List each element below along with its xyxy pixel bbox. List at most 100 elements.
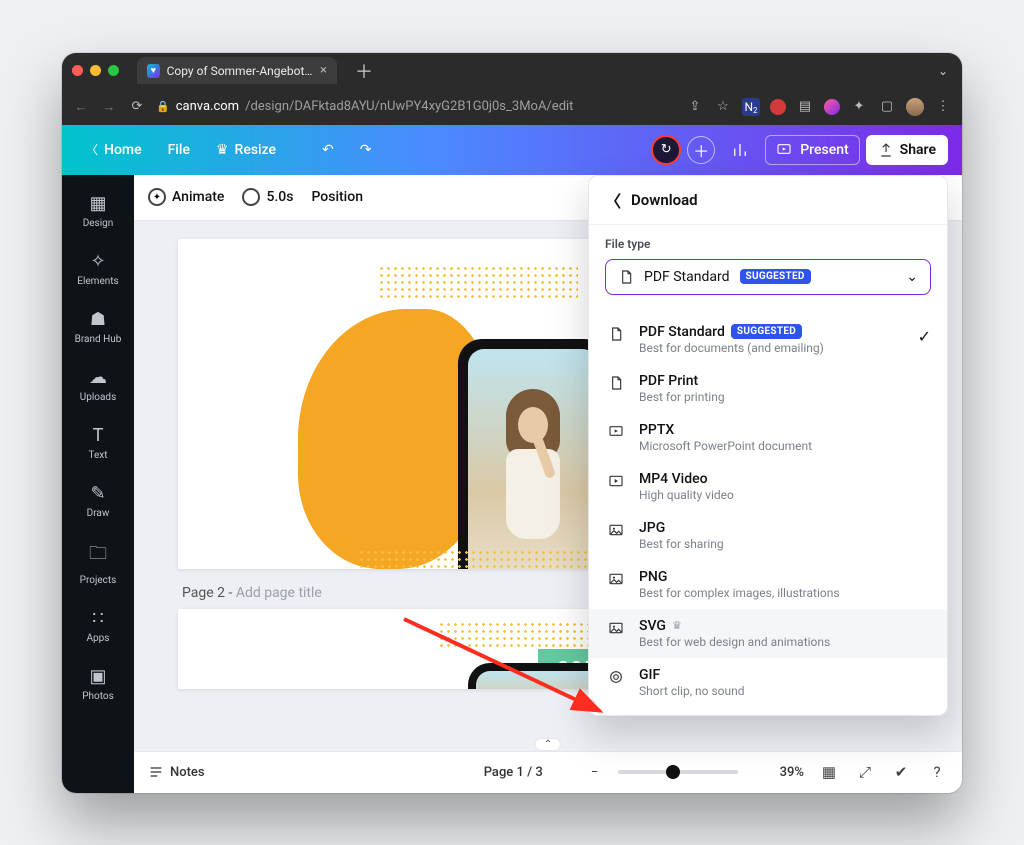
- sidebar-item-projects[interactable]: 🗀Projects: [68, 533, 128, 594]
- home-button[interactable]: 〈Home: [76, 135, 152, 164]
- zoom-value[interactable]: 39%: [780, 765, 804, 780]
- extension-icon[interactable]: N2: [742, 98, 760, 116]
- option-icon: [605, 324, 627, 342]
- kebab-menu-icon[interactable]: ⋮: [934, 99, 952, 114]
- sidebar-item-text[interactable]: TText: [68, 417, 128, 469]
- undo-button[interactable]: ↶: [312, 136, 344, 164]
- bottom-bar: ⌃ Notes Page 1 / 3 − + 39% ▦ ⤢ ✔ ?: [134, 751, 962, 793]
- filetype-option-pdf-print[interactable]: PDF PrintBest for printing: [589, 364, 947, 413]
- filetype-option-pptx[interactable]: PPTXMicrosoft PowerPoint document: [589, 413, 947, 462]
- redo-button[interactable]: ↷: [350, 136, 382, 164]
- option-text: PDF StandardSUGGESTEDBest for documents …: [639, 324, 824, 355]
- sidebar-item-draw[interactable]: ✎Draw: [68, 475, 128, 527]
- url-display[interactable]: 🔒 canva.com/design/DAFktad8AYU/nUwPY4xyG…: [156, 99, 573, 114]
- nav-forward-icon[interactable]: →: [100, 99, 118, 115]
- share-button[interactable]: Share: [866, 135, 948, 165]
- slider-knob-icon[interactable]: [666, 765, 680, 779]
- address-bar: ← → ⟳ 🔒 canva.com/design/DAFktad8AYU/nUw…: [62, 89, 962, 125]
- zoom-slider[interactable]: [618, 770, 738, 774]
- chevron-down-icon: ⌄: [906, 269, 918, 285]
- add-collaborator-button[interactable]: ＋: [687, 136, 715, 164]
- url-host: canva.com: [176, 99, 239, 114]
- minimize-window-icon[interactable]: [90, 65, 101, 76]
- reload-icon[interactable]: ⟳: [128, 99, 146, 114]
- notes-button[interactable]: Notes: [148, 764, 205, 780]
- extension-icon[interactable]: ▤: [796, 99, 814, 114]
- back-button[interactable]: 〈: [605, 188, 621, 212]
- filetype-options: PDF StandardSUGGESTEDBest for documents …: [589, 311, 947, 715]
- sidebar-item-design[interactable]: ▦Design: [68, 185, 128, 237]
- sidepanel-icon[interactable]: ▢: [878, 99, 896, 114]
- phone-mockup: [458, 339, 608, 569]
- check-circle-icon[interactable]: ✔: [890, 763, 912, 781]
- filetype-select[interactable]: PDF Standard SUGGESTED ⌄: [605, 259, 931, 295]
- bookmark-icon[interactable]: ☆: [714, 99, 732, 114]
- canva-app: 〈Home File ♛Resize ↶ ↷ ↻ ＋ Present Share: [62, 125, 962, 793]
- filetype-option-png[interactable]: PNGBest for complex images, illustration…: [589, 560, 947, 609]
- selected-filetype: PDF Standard: [644, 269, 730, 285]
- extension-icon[interactable]: [770, 99, 786, 115]
- analytics-button[interactable]: [721, 135, 759, 165]
- tabs-overflow-icon[interactable]: ⌄: [938, 64, 952, 78]
- animate-button[interactable]: ✦Animate: [148, 188, 224, 206]
- zoom-out-button[interactable]: −: [591, 765, 598, 780]
- page-peek-indicator[interactable]: ⌃: [535, 738, 561, 751]
- duration-button[interactable]: 5.0s: [242, 188, 293, 206]
- filetype-option-svg[interactable]: SVG♛Best for web design and animations: [589, 609, 947, 658]
- download-header: 〈 Download: [589, 176, 947, 225]
- filetype-option-pdf-standard[interactable]: PDF StandardSUGGESTEDBest for documents …: [589, 315, 947, 364]
- extensions-menu-icon[interactable]: ✦: [850, 99, 868, 114]
- document-icon: [618, 269, 634, 285]
- option-desc: Short clip, no sound: [639, 684, 745, 698]
- filetype-option-gif[interactable]: GIFShort clip, no sound: [589, 658, 947, 707]
- option-icon: [605, 520, 627, 538]
- option-name: PNG: [639, 569, 667, 585]
- shapes-icon: ✧: [90, 251, 105, 272]
- option-icon: [605, 569, 627, 587]
- image-icon: ▣: [89, 666, 106, 687]
- option-name: PPTX: [639, 422, 674, 438]
- window-controls[interactable]: [72, 65, 119, 76]
- suggested-badge: SUGGESTED: [740, 269, 811, 284]
- close-window-icon[interactable]: [72, 65, 83, 76]
- zoom-window-icon[interactable]: [108, 65, 119, 76]
- option-name: GIF: [639, 667, 660, 683]
- sidebar-item-apps[interactable]: ∷Apps: [68, 600, 128, 652]
- sparkle-icon: ✦: [148, 188, 166, 206]
- filetype-option-mp4-video[interactable]: MP4 VideoHigh quality video: [589, 462, 947, 511]
- tab-title: Copy of Sommer-Angebot (Pre: [167, 64, 313, 78]
- nav-back-icon[interactable]: ←: [72, 99, 90, 115]
- page-indicator[interactable]: Page 1 / 3: [484, 765, 543, 780]
- page-title-placeholder: Add page title: [236, 585, 322, 601]
- grid-view-icon[interactable]: ▦: [818, 763, 840, 781]
- sidebar-item-label: Brand Hub: [75, 334, 122, 345]
- collaborator-avatar[interactable]: ↻: [651, 135, 681, 165]
- filetype-label: File type: [605, 237, 931, 251]
- person-illustration: [488, 389, 578, 569]
- option-desc: Best for web design and animations: [639, 635, 830, 649]
- sidebar-item-brandhub[interactable]: ☗ Brand Hub: [68, 301, 128, 353]
- resize-button[interactable]: ♛Resize: [206, 136, 286, 164]
- fullscreen-icon[interactable]: ⤢: [854, 763, 876, 781]
- file-menu[interactable]: File: [158, 136, 200, 164]
- browser-tab[interactable]: ♥ Copy of Sommer-Angebot (Pre ×: [137, 57, 337, 84]
- position-button[interactable]: Position: [311, 189, 363, 205]
- app-toolbar: 〈Home File ♛Resize ↶ ↷ ↻ ＋ Present Share: [62, 125, 962, 175]
- share-icon[interactable]: ⇪: [686, 99, 704, 114]
- option-desc: Best for printing: [639, 390, 725, 404]
- brand-icon: ☗: [90, 309, 106, 330]
- filetype-option-jpg[interactable]: JPGBest for sharing: [589, 511, 947, 560]
- extension-icon[interactable]: [824, 99, 840, 115]
- sidebar-item-elements[interactable]: ✧Elements: [68, 243, 128, 295]
- help-icon[interactable]: ?: [926, 763, 948, 781]
- close-tab-icon[interactable]: ×: [320, 63, 327, 78]
- option-icon: [605, 422, 627, 440]
- sidebar-item-photos[interactable]: ▣Photos: [68, 658, 128, 710]
- sidebar-item-uploads[interactable]: ☁Uploads: [68, 359, 128, 411]
- home-label: Home: [104, 142, 142, 158]
- present-button[interactable]: Present: [765, 135, 859, 165]
- option-text: PDF PrintBest for printing: [639, 373, 725, 404]
- profile-avatar-icon[interactable]: [906, 98, 924, 116]
- new-tab-button[interactable]: ＋: [347, 58, 381, 84]
- notes-icon: [148, 764, 164, 780]
